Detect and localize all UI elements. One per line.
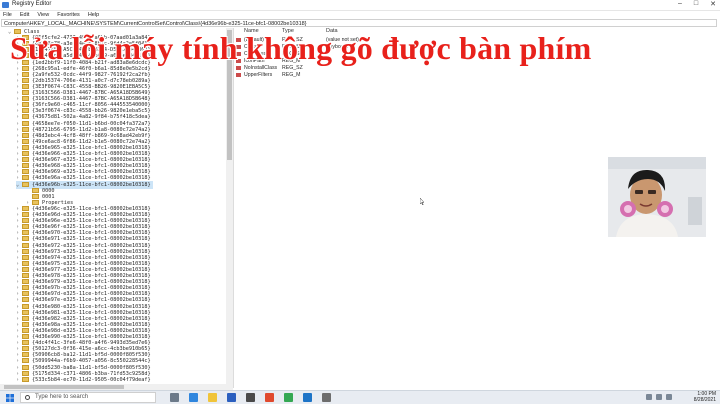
scroll-thumb[interactable] <box>4 385 124 389</box>
search-icon <box>25 395 30 400</box>
menu-view[interactable]: View <box>37 12 49 18</box>
tree-vertical-scrollbar[interactable] <box>226 28 233 388</box>
clock[interactable]: 1:00 PM 8/28/2021 <box>693 391 716 403</box>
menu-bar: File Edit View Favorites Help <box>0 10 720 19</box>
tree-item[interactable]: › {533c5b84-ec70-11d2-9505-00c04f79deaf} <box>16 376 153 384</box>
menu-file[interactable]: File <box>3 12 12 18</box>
close-button[interactable]: ✕ <box>710 0 716 8</box>
task-view-icon[interactable] <box>170 393 179 402</box>
reg-value-icon <box>236 72 241 77</box>
store-icon[interactable] <box>227 393 236 402</box>
start-windows-icon[interactable] <box>6 394 14 402</box>
zalo-icon[interactable] <box>303 393 312 402</box>
taskbar: Type here to search 1:00 PM 8/28/2021 <box>0 390 720 404</box>
video-title-overlay: Sửa lỗi máy tính không gõ được bàn phím <box>10 30 592 66</box>
network-icon[interactable] <box>646 394 652 400</box>
key-tree[interactable]: ⌄ Class › {05f5cfe2-4733-4950-a6bb-07aad01a… <box>0 28 226 388</box>
menu-edit[interactable]: Edit <box>20 12 29 18</box>
window-title: Registry Editor <box>12 1 52 7</box>
chrome-icon[interactable] <box>284 393 293 402</box>
person-image <box>608 157 706 237</box>
search-placeholder: Type here to search <box>35 394 89 400</box>
volume-icon[interactable] <box>656 394 662 400</box>
folder-icon <box>22 376 29 382</box>
registry-editor-window: Registry Editor – □ ✕ File Edit View Fav… <box>0 0 720 390</box>
address-bar[interactable]: Computer\HKEY_LOCAL_MACHINE\SYSTEM\Curre… <box>1 19 717 27</box>
regedit-icon <box>2 2 9 8</box>
edge-icon[interactable] <box>189 393 198 402</box>
menu-help[interactable]: Help <box>88 12 99 18</box>
menu-favorites[interactable]: Favorites <box>57 12 80 18</box>
regedit-taskbar-icon[interactable] <box>322 393 331 402</box>
value-row[interactable]: UpperFilters REG_M <box>236 71 300 79</box>
file-explorer-icon[interactable] <box>208 393 217 402</box>
pane-splitter[interactable] <box>233 28 234 388</box>
tree-item-label: {533c5b84-ec70-11d2-9505-00c04f79deaf} <box>32 376 151 383</box>
value-name: UpperFilters <box>244 72 273 78</box>
taskbar-search-box[interactable]: Type here to search <box>20 392 156 403</box>
maximize-button[interactable]: □ <box>694 0 698 8</box>
webcam-overlay <box>608 157 706 237</box>
mouse-cursor-icon <box>420 198 424 205</box>
clock-date: 8/28/2021 <box>693 396 716 403</box>
language-icon[interactable] <box>666 394 672 400</box>
value-type: REG_M <box>282 72 301 78</box>
office-icon[interactable] <box>265 393 274 402</box>
minimize-button[interactable]: – <box>678 0 682 8</box>
mail-icon[interactable] <box>246 393 255 402</box>
